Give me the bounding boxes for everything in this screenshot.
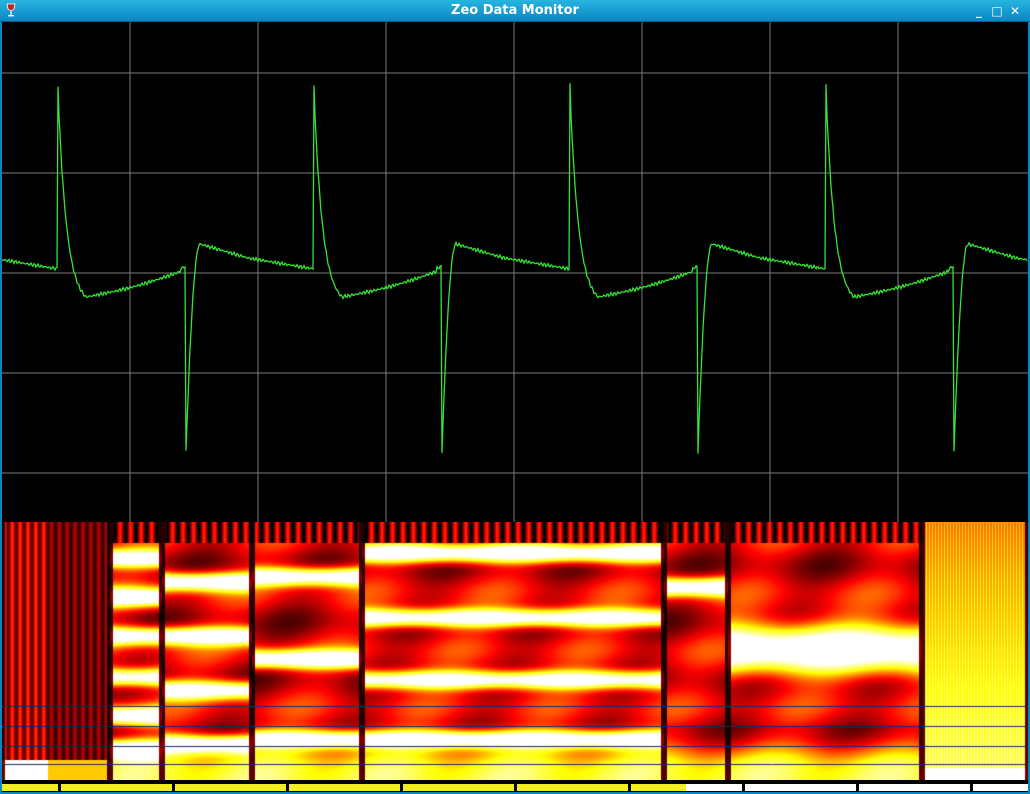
- timeline-tick: [514, 783, 517, 792]
- maximize-button[interactable]: □: [990, 4, 1004, 18]
- eeg-waveform-plot: [2, 22, 1028, 522]
- window-title: Zeo Data Monitor: [451, 3, 579, 18]
- sleep-stage-timeline: [2, 783, 1028, 792]
- timeline-tick: [970, 783, 973, 792]
- timeline-tick: [742, 783, 745, 792]
- minimize-button[interactable]: _: [972, 4, 986, 18]
- timeline-tick: [172, 783, 175, 792]
- timeline-tick: [286, 783, 289, 792]
- timeline-tick: [400, 783, 403, 792]
- timeline-tick: [856, 783, 859, 792]
- timeline-tick: [628, 783, 631, 792]
- close-button[interactable]: ✕: [1008, 4, 1022, 18]
- timeline-tick: [58, 783, 61, 792]
- title-bar[interactable]: Zeo Data Monitor _ □ ✕: [0, 0, 1030, 22]
- spectrogram: [2, 522, 1028, 780]
